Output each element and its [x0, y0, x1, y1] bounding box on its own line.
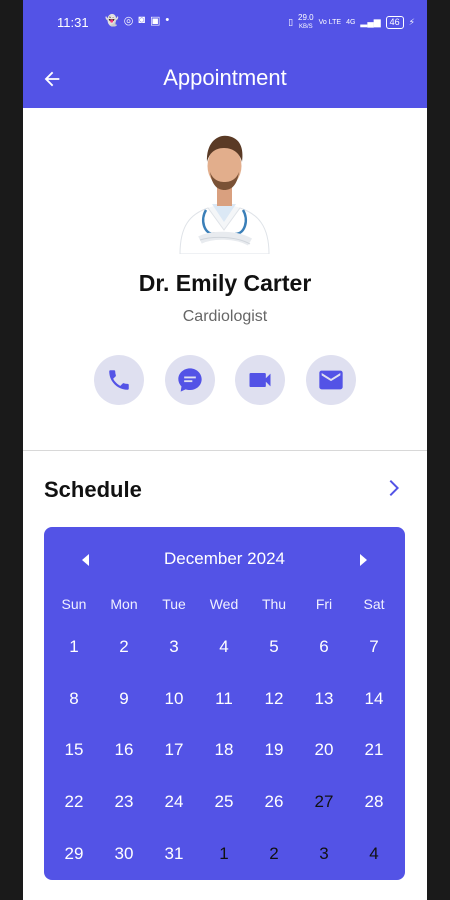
video-icon	[249, 373, 271, 387]
vibrate-icon: ▯	[288, 17, 294, 27]
calendar-day[interactable]: 20	[299, 724, 349, 776]
signal-label: 4G	[346, 19, 356, 26]
calendar-day[interactable]: 27	[299, 776, 349, 828]
calendar-day[interactable]: 17	[149, 724, 199, 776]
snapchat-icon: 👻	[105, 15, 119, 27]
calendar-day[interactable]: 19	[249, 724, 299, 776]
phone-screen: 11:31 👻 ◎ ◙ ▣ • ▯ 29.0 KB/S Vo LTE 4G ▂▄…	[23, 0, 427, 900]
chat-icon	[178, 368, 202, 392]
doctor-avatar	[179, 135, 270, 254]
calendar-day[interactable]: 10	[149, 673, 199, 725]
status-bar: 11:31 👻 ◎ ◙ ▣ • ▯ 29.0 KB/S Vo LTE 4G ▂▄…	[23, 0, 427, 46]
calendar-day[interactable]: 21	[349, 724, 399, 776]
network-speed-value: 29.0	[298, 13, 314, 22]
section-divider	[23, 450, 427, 451]
whatsapp-icon: ◎	[123, 15, 134, 27]
calendar-day[interactable]: 26	[249, 776, 299, 828]
signal-icon: ▂▄▆	[360, 17, 381, 27]
calendar-day[interactable]: 28	[349, 776, 399, 828]
caret-right-icon	[360, 554, 367, 566]
more-dot-icon: •	[165, 14, 170, 26]
mail-icon	[319, 370, 343, 390]
calendar-day[interactable]: 4	[199, 621, 249, 673]
calendar-day[interactable]: 30	[99, 828, 149, 880]
calendar-day[interactable]: 18	[199, 724, 249, 776]
calendar-day[interactable]: 14	[349, 673, 399, 725]
calendar-day[interactable]: 5	[249, 621, 299, 673]
notification-icons: 👻 ◎ ◙ ▣ •	[105, 14, 169, 27]
calendar-day[interactable]: 4	[349, 828, 399, 880]
weekday-label: Sat	[363, 596, 385, 612]
call-button[interactable]	[94, 355, 144, 405]
calendar-day[interactable]: 29	[49, 828, 99, 880]
doctor-name: Dr. Emily Carter	[138, 270, 312, 296]
app-bar: Appointment	[23, 46, 427, 108]
page-title: Appointment	[163, 65, 287, 90]
notification-app-icon: ▣	[149, 15, 161, 27]
calendar-day[interactable]: 15	[49, 724, 99, 776]
doctor-specialty: Cardiologist	[182, 308, 268, 325]
chevron-right-icon[interactable]	[381, 476, 405, 500]
battery-level: 46	[385, 16, 404, 29]
instagram-icon: ◙	[138, 14, 145, 26]
calendar-day[interactable]: 8	[49, 673, 99, 725]
email-button[interactable]	[306, 355, 356, 405]
status-right: ▯ 29.0 KB/S Vo LTE 4G ▂▄▆ 46 ⚡	[288, 14, 415, 31]
calendar-day[interactable]: 12	[249, 673, 299, 725]
calendar-day[interactable]: 31	[149, 828, 199, 880]
calendar-day[interactable]: 23	[99, 776, 149, 828]
weekday-label: Fri	[315, 596, 333, 612]
weekday-label: Mon	[110, 596, 138, 612]
calendar-day[interactable]: 7	[349, 621, 399, 673]
calendar-day[interactable]: 22	[49, 776, 99, 828]
video-call-button[interactable]	[235, 355, 285, 405]
calendar-day[interactable]: 3	[299, 828, 349, 880]
calendar-grid: Sun Mon Tue Wed Thu Fri Sat 1 2 3 4 5 6 7 8 9 10 11 12 13 14…	[49, 587, 399, 879]
next-month-button[interactable]	[351, 550, 375, 570]
calendar-day[interactable]: 13	[299, 673, 349, 725]
calendar-day[interactable]: 16	[99, 724, 149, 776]
calendar-day[interactable]: 2	[249, 828, 299, 880]
calendar-day[interactable]: 6	[299, 621, 349, 673]
calendar-day[interactable]: 2	[99, 621, 149, 673]
volte-label: Vo LTE	[318, 19, 342, 26]
calendar: December 2024 Sun Mon Tue Wed Thu Fri Sat 1 2 3 4 5…	[44, 527, 405, 880]
network-speed-unit: KB/S	[298, 24, 313, 30]
calendar-day[interactable]: 9	[99, 673, 149, 725]
phone-icon	[109, 370, 129, 390]
chat-button[interactable]	[165, 355, 215, 405]
calendar-day[interactable]: 25	[199, 776, 249, 828]
calendar-day[interactable]: 1	[199, 828, 249, 880]
weekday-label: Sun	[61, 596, 87, 612]
schedule-title: Schedule	[44, 477, 142, 502]
charging-icon: ⚡	[408, 17, 415, 27]
weekday-label: Tue	[162, 596, 186, 612]
calendar-day[interactable]: 11	[199, 673, 249, 725]
network-speed: 29.0 KB/S	[298, 14, 314, 31]
calendar-day[interactable]: 3	[149, 621, 199, 673]
weekday-label: Wed	[209, 596, 239, 612]
calendar-day[interactable]: 24	[149, 776, 199, 828]
status-time: 11:31	[57, 15, 89, 30]
weekday-label: Thu	[261, 596, 287, 612]
calendar-day[interactable]: 1	[49, 621, 99, 673]
